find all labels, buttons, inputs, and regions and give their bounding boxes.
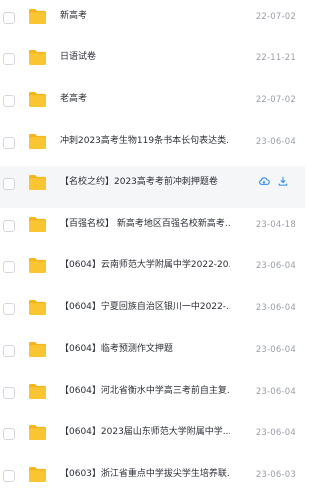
file-row[interactable]: 老高考 22-07-02 (0, 83, 305, 125)
file-list: 新高考 22-07-02 日语试卷 22-11-21 老高考 22-07-02 冲刺2023… (0, 0, 305, 500)
row-checkbox[interactable] (3, 261, 15, 273)
file-name[interactable]: 【0604】临考预测作文押题 (60, 342, 230, 356)
file-date: 22-07-02 (255, 12, 296, 22)
file-name[interactable]: 【百强名校】 新高考地区百强名校新高考... (60, 217, 230, 231)
row-checkbox[interactable] (3, 53, 15, 65)
file-date: 23-04-18 (255, 220, 296, 230)
file-date: 23-06-04 (255, 303, 296, 313)
row-checkbox[interactable] (3, 428, 15, 440)
file-date: 23-06-04 (255, 387, 296, 397)
file-date: 23-06-03 (255, 470, 296, 480)
folder-icon (29, 49, 46, 66)
file-row[interactable]: 【0604】2023届山东师范大学附属中学... 23-06-04 (0, 416, 305, 458)
row-checkbox[interactable] (3, 95, 15, 107)
folder-icon (29, 383, 46, 400)
file-date: 23-06-04 (255, 345, 296, 355)
cloud-download-icon[interactable] (258, 175, 270, 187)
file-row[interactable]: 【0604】云南师范大学附属中学2022-20... 23-06-04 (0, 249, 305, 291)
file-date: 23-06-04 (255, 428, 296, 438)
file-date: 23-06-04 (255, 261, 296, 271)
file-name[interactable]: 【0603】浙江省重点中学拔尖学生培养联... (60, 467, 230, 481)
folder-icon (29, 341, 46, 358)
file-name[interactable]: 【0604】宁夏回族自治区银川一中2022-... (60, 300, 230, 314)
row-checkbox[interactable] (3, 387, 15, 399)
folder-icon (29, 8, 46, 25)
row-checkbox[interactable] (3, 303, 15, 315)
file-row[interactable]: 冲刺2023高考生物119条书本长句表达类... 23-06-04 (0, 125, 305, 167)
file-name[interactable]: 【0604】河北省衡水中学高三考前自主复... (60, 384, 230, 398)
file-name[interactable]: 【0604】云南师范大学附属中学2022-20... (60, 258, 230, 272)
file-date: 22-07-02 (255, 95, 296, 105)
file-row[interactable]: 【百强名校】 新高考地区百强名校新高考... 23-04-18 (0, 208, 305, 250)
file-row[interactable]: 【0604】临考预测作文押题 23-06-04 (0, 333, 305, 375)
folder-icon (29, 299, 46, 316)
row-checkbox[interactable] (3, 220, 15, 232)
file-name[interactable]: 新高考 (60, 9, 230, 23)
file-date: 23-06-04 (255, 137, 296, 147)
file-row[interactable]: 【0604】宁夏回族自治区银川一中2022-... 23-06-04 (0, 291, 305, 333)
folder-icon (29, 466, 46, 483)
file-row[interactable]: 日语试卷 22-11-21 (0, 41, 305, 83)
file-name[interactable]: 老高考 (60, 92, 230, 106)
file-name[interactable]: 【名校之约】2023高考考前冲刺押题卷（... (60, 175, 220, 189)
file-name[interactable]: 冲刺2023高考生物119条书本长句表达类... (60, 134, 230, 148)
folder-icon (29, 174, 46, 191)
file-name[interactable]: 【0604】2023届山东师范大学附属中学... (60, 425, 230, 439)
row-checkbox[interactable] (3, 345, 15, 357)
file-row[interactable]: 新高考 22-07-02 (0, 0, 305, 42)
file-date: 22-11-21 (255, 53, 296, 63)
row-checkbox[interactable] (3, 12, 15, 24)
file-row[interactable]: 【0604】河北省衡水中学高三考前自主复... 23-06-04 (0, 375, 305, 417)
folder-icon (29, 424, 46, 441)
folder-icon (29, 133, 46, 150)
folder-icon (29, 91, 46, 108)
download-icon[interactable] (277, 175, 289, 187)
file-row[interactable]: 【名校之约】2023高考考前冲刺押题卷（... (0, 166, 305, 208)
row-checkbox[interactable] (3, 470, 15, 482)
folder-icon (29, 257, 46, 274)
file-row[interactable]: 【0603】浙江省重点中学拔尖学生培养联... 23-06-03 (0, 458, 305, 500)
row-checkbox[interactable] (3, 178, 15, 190)
row-checkbox[interactable] (3, 137, 15, 149)
folder-icon (29, 216, 46, 233)
file-name[interactable]: 日语试卷 (60, 50, 230, 64)
